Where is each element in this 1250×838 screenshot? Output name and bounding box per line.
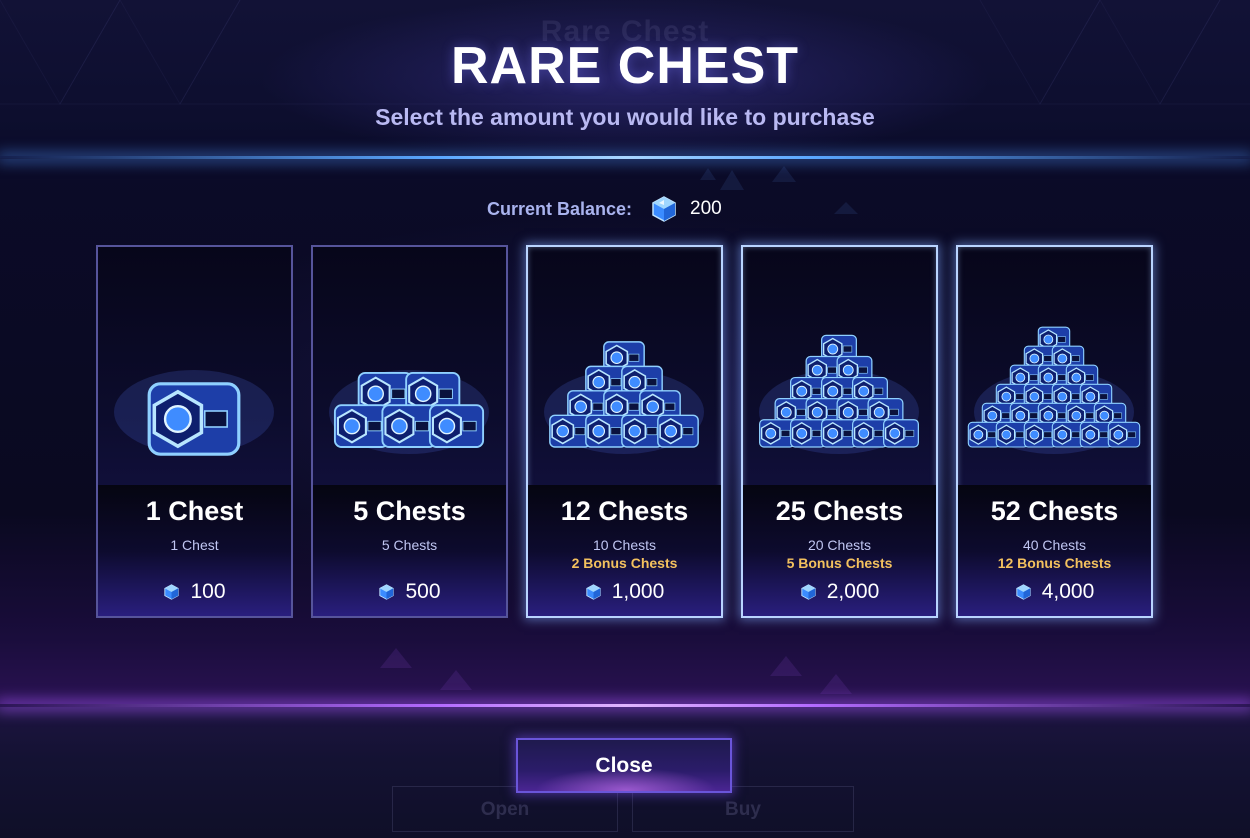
chest-icon bbox=[883, 419, 919, 448]
chest-option-name: 52 Chests bbox=[990, 496, 1119, 526]
chest-stack-image bbox=[114, 370, 274, 456]
chest-icon bbox=[621, 414, 663, 448]
gem-icon bbox=[586, 584, 601, 600]
chest-icon bbox=[1023, 421, 1057, 448]
chest-option-price-value: 1,000 bbox=[611, 580, 665, 603]
chest-icon bbox=[995, 421, 1029, 448]
chest-icon bbox=[381, 404, 437, 448]
chest-option-name: 25 Chests bbox=[775, 496, 904, 526]
chest-stack-image bbox=[329, 370, 489, 454]
gem-icon bbox=[379, 584, 395, 600]
current-balance: Current Balance: 200 bbox=[487, 195, 722, 223]
chest-option-price: 500 bbox=[313, 580, 506, 604]
chest-option-price-value: 100 bbox=[190, 580, 226, 603]
chest-option-base-count: 5 Chests bbox=[381, 537, 438, 553]
chest-option-name: 1 Chest bbox=[145, 496, 244, 526]
chest-icon bbox=[333, 404, 390, 448]
chest-option-5[interactable]: 5 Chests 5 Chests 500 bbox=[311, 245, 508, 618]
gem-icon bbox=[164, 584, 180, 600]
chest-option-price-value: 4,000 bbox=[1041, 580, 1095, 603]
chest-option-base-count: 10 Chests bbox=[592, 537, 657, 553]
chest-icon bbox=[967, 421, 1001, 448]
chest-icon bbox=[852, 419, 888, 448]
chest-stack-image bbox=[759, 334, 919, 454]
chest-icon bbox=[428, 404, 485, 448]
chest-option-price-value: 2,000 bbox=[826, 580, 880, 603]
chest-icon bbox=[549, 414, 591, 448]
gem-icon bbox=[801, 584, 816, 600]
chest-option-price: 4,000 bbox=[958, 580, 1151, 604]
chest-option-price: 100 bbox=[98, 580, 291, 604]
gem-icon bbox=[652, 196, 676, 222]
footer-divider bbox=[0, 704, 1250, 707]
chest-icon bbox=[821, 419, 857, 448]
chest-option-base-count: 40 Chests bbox=[1022, 537, 1087, 553]
header-divider bbox=[0, 156, 1250, 159]
chest-option-price-value: 500 bbox=[405, 580, 441, 603]
chest-icon bbox=[1051, 421, 1085, 448]
chest-option-price: 1,000 bbox=[528, 580, 721, 604]
chest-icon bbox=[1107, 421, 1141, 448]
chest-option-name: 12 Chests bbox=[560, 496, 689, 526]
chest-option-52[interactable]: 52 Chests 40 Chests 12 Bonus Chests 4,00… bbox=[956, 245, 1153, 618]
chest-option-25[interactable]: 25 Chests 20 Chests 5 Bonus Chests 2,000 bbox=[741, 245, 938, 618]
chest-option-info: 1 Chest 1 Chest 100 bbox=[98, 485, 291, 616]
chest-option-bonus: 12 Bonus Chests bbox=[997, 555, 1112, 571]
chest-option-base-count: 1 Chest bbox=[170, 537, 219, 553]
page-subtitle: Select the amount you would like to purc… bbox=[375, 104, 875, 130]
chest-option-price: 2,000 bbox=[743, 580, 936, 604]
chest-option-1[interactable]: 1 Chest 1 Chest 100 bbox=[96, 245, 293, 618]
chest-option-info: 25 Chests 20 Chests 5 Bonus Chests 2,000 bbox=[743, 485, 936, 616]
chest-icon bbox=[790, 419, 826, 448]
close-button[interactable]: Close bbox=[516, 738, 732, 793]
chest-option-bonus: 5 Bonus Chests bbox=[786, 555, 893, 571]
balance-value: 200 bbox=[690, 198, 722, 219]
chest-icon bbox=[585, 414, 627, 448]
chest-icon bbox=[1079, 421, 1113, 448]
chest-option-bonus: 2 Bonus Chests bbox=[571, 555, 678, 571]
chest-option-info: 52 Chests 40 Chests 12 Bonus Chests 4,00… bbox=[958, 485, 1151, 616]
chest-stack-image bbox=[967, 326, 1141, 454]
chest-option-info: 12 Chests 10 Chests 2 Bonus Chests 1,000 bbox=[528, 485, 721, 616]
chest-icon bbox=[759, 419, 795, 448]
chest-option-base-count: 20 Chests bbox=[807, 537, 872, 553]
chest-option-info: 5 Chests 5 Chests 500 bbox=[313, 485, 506, 616]
balance-label: Current Balance: bbox=[487, 198, 633, 219]
gem-icon bbox=[1016, 584, 1031, 600]
chest-option-12[interactable]: 12 Chests 10 Chests 2 Bonus Chests 1,000 bbox=[526, 245, 723, 618]
chest-icon bbox=[657, 414, 699, 448]
chest-stack-image bbox=[544, 341, 704, 454]
page-title: RARE CHEST bbox=[450, 37, 800, 95]
chest-option-name: 5 Chests bbox=[353, 496, 466, 526]
chest-icon bbox=[147, 382, 241, 456]
